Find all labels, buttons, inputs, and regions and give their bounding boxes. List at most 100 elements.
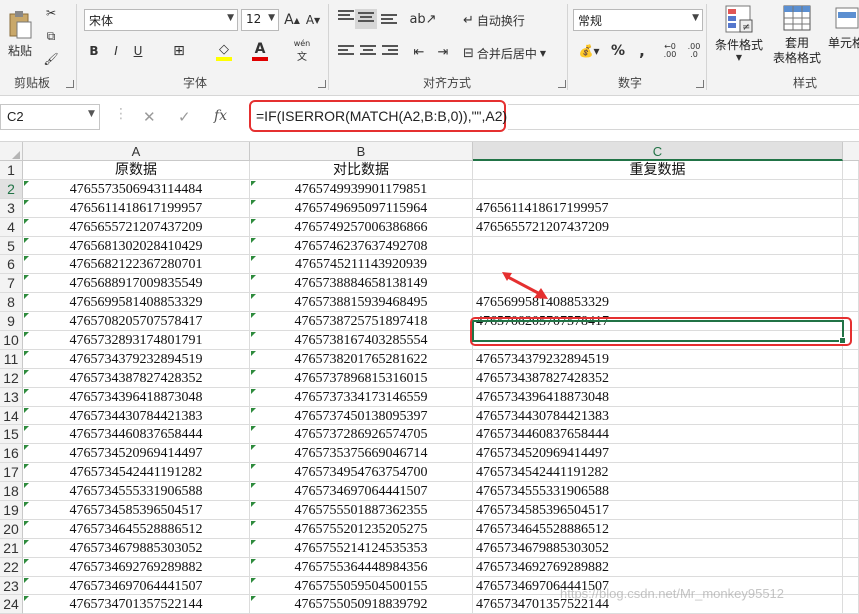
cell-compare[interactable]: 4765738167403285554 — [250, 331, 473, 350]
increase-indent-icon[interactable]: ⇥ — [434, 43, 452, 61]
cell-empty[interactable] — [843, 444, 859, 464]
cell-duplicate[interactable]: 4765734430784421383 — [473, 406, 843, 426]
cell-empty[interactable] — [843, 236, 859, 256]
cell-original[interactable]: 4765734520969414497 — [23, 444, 250, 464]
align-center-icon[interactable] — [360, 45, 376, 59]
copy-icon[interactable]: ⧉ — [42, 27, 60, 45]
cut-icon[interactable]: ✂ — [42, 4, 60, 22]
row-header[interactable]: 12 — [0, 368, 23, 388]
cell-duplicate[interactable]: 4765734697064441507 — [473, 576, 843, 596]
cell-original[interactable]: 4765734542441191282 — [23, 463, 250, 483]
font-color-icon[interactable]: A — [250, 40, 270, 62]
align-left-icon[interactable] — [338, 45, 354, 59]
cell-empty[interactable] — [843, 406, 859, 426]
cell-original[interactable]: 4765734430784421383 — [23, 406, 250, 426]
cell-compare[interactable]: 4765738884658138149 — [250, 274, 473, 294]
cell-empty[interactable] — [843, 161, 859, 180]
cell-compare[interactable]: 4765738201765281622 — [250, 349, 473, 369]
cell-compare[interactable]: 4765749257006386866 — [250, 217, 473, 237]
fill-color-icon[interactable]: ◇ — [214, 40, 234, 62]
row-header[interactable]: 24 — [0, 595, 23, 614]
cell-empty[interactable] — [843, 538, 859, 558]
cell-header-a[interactable]: 原数据 — [23, 161, 250, 180]
align-right-icon[interactable] — [382, 45, 398, 59]
cell-compare[interactable]: 4765737286926574705 — [250, 425, 473, 445]
cell-compare[interactable]: 4765737450138095397 — [250, 406, 473, 426]
name-box[interactable]: C2 — [0, 104, 100, 130]
cell-duplicate[interactable]: 4765734379232894519 — [473, 349, 843, 369]
cell-duplicate[interactable]: 4765734585396504517 — [473, 501, 843, 520]
cell-original[interactable]: 4765655721207437209 — [23, 217, 250, 237]
bold-button[interactable]: B — [86, 42, 102, 60]
decrease-decimal-icon[interactable]: .00.0 — [684, 42, 704, 60]
row-header[interactable]: 1 — [0, 161, 23, 180]
row-header[interactable]: 18 — [0, 482, 23, 502]
cell-duplicate[interactable]: 4765734520969414497 — [473, 444, 843, 464]
cell-original[interactable]: 4765611418617199957 — [23, 198, 250, 218]
cell-compare[interactable]: 4765738815939468495 — [250, 293, 473, 313]
paste-button[interactable]: 粘贴 — [4, 6, 36, 62]
phonetic-icon[interactable]: wén 文 — [292, 39, 312, 63]
cell-empty[interactable] — [843, 255, 859, 275]
formula-input[interactable]: =IF(ISERROR(MATCH(A2,B:B,0)),"",A2) — [249, 100, 507, 132]
cell-original[interactable]: 4765734697064441507 — [23, 576, 250, 596]
cell-empty[interactable] — [843, 368, 859, 388]
font-size-combo[interactable]: 12 ▼ — [241, 9, 279, 31]
cell-empty[interactable] — [843, 576, 859, 596]
cell-duplicate[interactable]: 4765734679885303052 — [473, 538, 843, 558]
chevron-down-icon[interactable]: ▼ — [88, 109, 95, 119]
italic-button[interactable]: I — [108, 42, 124, 60]
cell-compare[interactable]: 4765755364448984356 — [250, 557, 473, 577]
align-middle-icon[interactable] — [355, 9, 377, 29]
row-header[interactable]: 5 — [0, 236, 23, 256]
cell-duplicate[interactable]: 4765734701357522144 — [473, 595, 843, 614]
row-header[interactable]: 20 — [0, 519, 23, 539]
orientation-icon[interactable]: ab↗ — [409, 10, 436, 28]
cell-header-b[interactable]: 对比数据 — [250, 161, 473, 180]
cell-compare[interactable]: 4765755201235205275 — [250, 519, 473, 539]
alignment-launcher-icon[interactable] — [558, 80, 566, 88]
cell-empty[interactable] — [843, 501, 859, 520]
cell-original[interactable]: 4765734555331906588 — [23, 482, 250, 502]
enter-icon[interactable]: ✓ — [178, 108, 191, 126]
cell-compare[interactable]: 4765734954763754700 — [250, 463, 473, 483]
cell-empty[interactable] — [843, 349, 859, 369]
cell-original[interactable]: 4765682122367280701 — [23, 255, 250, 275]
clipboard-launcher-icon[interactable] — [66, 80, 74, 88]
cell-empty[interactable] — [843, 217, 859, 237]
cell-original[interactable]: 4765734387827428352 — [23, 368, 250, 388]
row-header[interactable]: 23 — [0, 576, 23, 596]
row-header[interactable]: 10 — [0, 331, 23, 350]
cell-original[interactable]: 4765734692769289882 — [23, 557, 250, 577]
merge-center-button[interactable]: ⊟ 合并后居中 ▼ — [463, 43, 573, 63]
cell-compare[interactable]: 4765755059504500155 — [250, 576, 473, 596]
cell-duplicate[interactable] — [473, 255, 843, 275]
cell-empty[interactable] — [843, 331, 859, 350]
conditional-format-button[interactable]: ≠ 条件格式 ▼ — [712, 4, 766, 70]
underline-button[interactable]: U — [130, 42, 146, 60]
row-header[interactable]: 21 — [0, 538, 23, 558]
column-header-d[interactable] — [843, 142, 859, 161]
row-header[interactable]: 6 — [0, 255, 23, 275]
row-header[interactable]: 13 — [0, 387, 23, 407]
increase-decimal-icon[interactable]: ←0.00 — [660, 42, 680, 60]
row-header[interactable]: 9 — [0, 312, 23, 332]
cell-empty[interactable] — [843, 312, 859, 332]
shrink-font-icon[interactable]: A ▼ — [305, 11, 321, 29]
cell-compare[interactable]: 4765738725751897418 — [250, 312, 473, 332]
cell-duplicate[interactable] — [473, 331, 843, 350]
font-launcher-icon[interactable] — [318, 80, 326, 88]
cell-compare[interactable]: 4765737896815316015 — [250, 368, 473, 388]
cell-empty[interactable] — [843, 387, 859, 407]
cell-original[interactable]: 4765734585396504517 — [23, 501, 250, 520]
format-painter-icon[interactable]: 🖌 — [42, 50, 60, 68]
cell-empty[interactable] — [843, 557, 859, 577]
cell-header-c[interactable]: 重复数据 — [473, 161, 843, 180]
formula-input-extension[interactable] — [508, 104, 859, 130]
row-header[interactable]: 2 — [0, 179, 23, 199]
cell-original[interactable]: 4765681302028410429 — [23, 236, 250, 256]
row-header[interactable]: 7 — [0, 274, 23, 294]
cell-empty[interactable] — [843, 463, 859, 483]
align-bottom-icon[interactable] — [381, 14, 397, 28]
cell-original[interactable]: 4765734679885303052 — [23, 538, 250, 558]
